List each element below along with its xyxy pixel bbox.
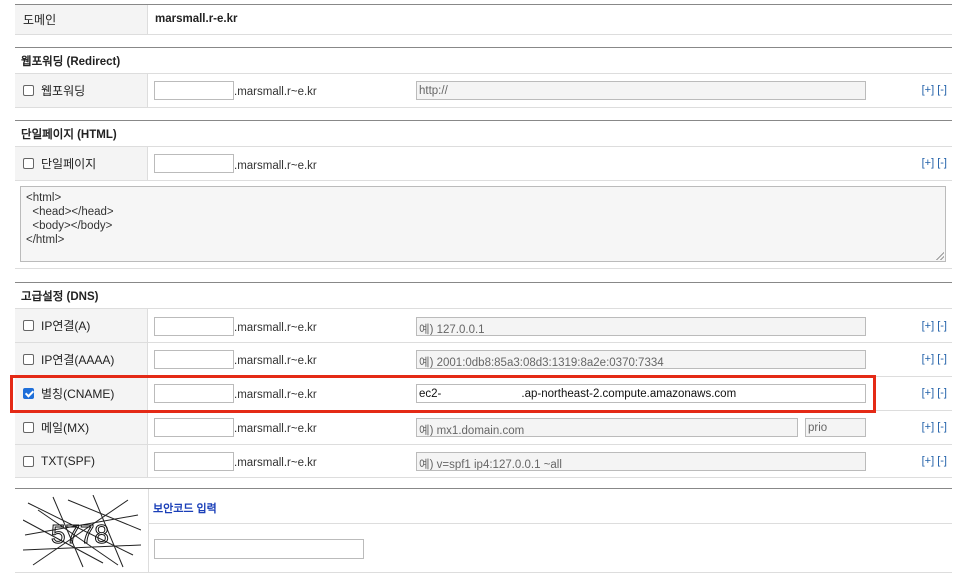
forwarding-checkbox-label[interactable]: 웹포워딩 xyxy=(15,74,148,107)
single-page-checkbox[interactable] xyxy=(23,158,34,169)
single-page-subdomain-input[interactable] xyxy=(154,154,234,173)
dns-mx-checkbox[interactable] xyxy=(23,422,34,433)
dns-txt-suffix: .marsmall.r~e.kr xyxy=(234,457,317,469)
dns-aaaa-label-text: IP연결(AAAA) xyxy=(41,353,115,367)
dns-mx-checkbox-label[interactable]: 메일(MX) xyxy=(15,411,148,444)
dns-settings-form: 도메인 marsmall.r-e.kr 웹포워딩 (Redirect) 웹포워딩… xyxy=(0,0,960,574)
dns-mx-label-text: 메일(MX) xyxy=(41,421,90,435)
dns-mx-suffix: .marsmall.r~e.kr xyxy=(234,423,317,435)
forwarding-suffix: .marsmall.r~e.kr xyxy=(234,86,317,98)
forwarding-row: 웹포워딩 .marsmall.r~e.kr http:// [+] [-] xyxy=(15,73,952,108)
single-page-html-textarea[interactable]: <html> <head></head> <body></body> </htm… xyxy=(20,186,946,262)
dns-aaaa-checkbox-label[interactable]: IP연결(AAAA) xyxy=(15,343,148,376)
dns-aaaa-suffix: .marsmall.r~e.kr xyxy=(234,355,317,367)
dns-aaaa-add-remove[interactable]: [+] [-] xyxy=(922,353,947,365)
dns-a-suffix: .marsmall.r~e.kr xyxy=(234,322,317,334)
single-page-section-title: 단일페이지 (HTML) xyxy=(15,120,952,146)
dns-aaaa-host-input[interactable] xyxy=(154,350,234,369)
dns-mx-add-remove[interactable]: [+] [-] xyxy=(922,421,947,433)
forwarding-section-title: 웹포워딩 (Redirect) xyxy=(15,47,952,73)
dns-record-row: IP연결(AAAA) .marsmall.r~e.kr 예) 2001:0db8… xyxy=(15,342,952,376)
single-page-label-text: 단일페이지 xyxy=(41,157,97,171)
dns-aaaa-value-input[interactable]: 예) 2001:0db8:85a3:08d3:1319:8a2e:0370:73… xyxy=(416,350,866,369)
domain-label: 도메인 xyxy=(15,5,148,34)
domain-row: 도메인 marsmall.r-e.kr xyxy=(15,4,952,35)
domain-value: marsmall.r-e.kr xyxy=(155,13,238,25)
dns-txt-label-text: TXT(SPF) xyxy=(41,454,95,468)
dns-a-host-input[interactable] xyxy=(154,317,234,336)
textarea-resize-handle[interactable] xyxy=(936,252,944,260)
dns-txt-host-input[interactable] xyxy=(154,452,234,471)
dns-mx-host-input[interactable] xyxy=(154,418,234,437)
dns-a-checkbox-label[interactable]: IP연결(A) xyxy=(15,309,148,342)
dns-mx-value-input[interactable]: 예) mx1.domain.com xyxy=(416,418,798,437)
dns-a-label-text: IP연결(A) xyxy=(41,319,91,333)
dns-cname-add-remove[interactable]: [+] [-] xyxy=(922,387,947,399)
dns-txt-add-remove[interactable]: [+] [-] xyxy=(922,455,947,467)
dns-section-title: 고급설정 (DNS) xyxy=(15,282,952,308)
captcha-divider xyxy=(148,523,952,524)
captcha-label: 보안코드 입력 xyxy=(153,503,217,515)
single-page-checkbox-label[interactable]: 단일페이지 xyxy=(15,147,148,180)
cname-highlight-box xyxy=(10,375,876,413)
single-page-add-remove[interactable]: [+] [-] xyxy=(922,157,947,169)
captcha-input[interactable] xyxy=(154,539,364,559)
dns-txt-checkbox[interactable] xyxy=(23,455,34,467)
captcha-image: 5778 xyxy=(23,495,141,569)
single-page-row: 단일페이지 .marsmall.r~e.kr [+] [-] xyxy=(15,146,952,180)
dns-txt-value-input[interactable]: 예) v=spf1 ip4:127.0.0.1 ~all xyxy=(416,452,866,471)
dns-aaaa-checkbox[interactable] xyxy=(23,354,34,365)
dns-a-checkbox[interactable] xyxy=(23,320,34,331)
forwarding-url-input[interactable]: http:// xyxy=(416,81,866,100)
dns-a-value-input[interactable]: 예) 127.0.0.1 xyxy=(416,317,866,336)
forwarding-label-text: 웹포워딩 xyxy=(41,84,86,98)
captcha-row: 5778 보안코드 입력 xyxy=(15,488,952,573)
dns-record-row: TXT(SPF) .marsmall.r~e.kr 예) v=spf1 ip4:… xyxy=(15,444,952,478)
forwarding-checkbox[interactable] xyxy=(23,85,34,96)
dns-record-row: IP연결(A) .marsmall.r~e.kr 예) 127.0.0.1 [+… xyxy=(15,308,952,342)
dns-record-row: 메일(MX) .marsmall.r~e.kr 예) mx1.domain.co… xyxy=(15,410,952,444)
forwarding-subdomain-input[interactable] xyxy=(154,81,234,100)
dns-a-add-remove[interactable]: [+] [-] xyxy=(922,320,947,332)
captcha-code: 5778 xyxy=(51,519,109,549)
single-page-suffix: .marsmall.r~e.kr xyxy=(234,160,317,172)
dns-mx-prio-input[interactable]: prio xyxy=(805,418,866,437)
forwarding-add-remove[interactable]: [+] [-] xyxy=(922,84,947,96)
dns-txt-checkbox-label[interactable]: TXT(SPF) xyxy=(15,445,148,477)
